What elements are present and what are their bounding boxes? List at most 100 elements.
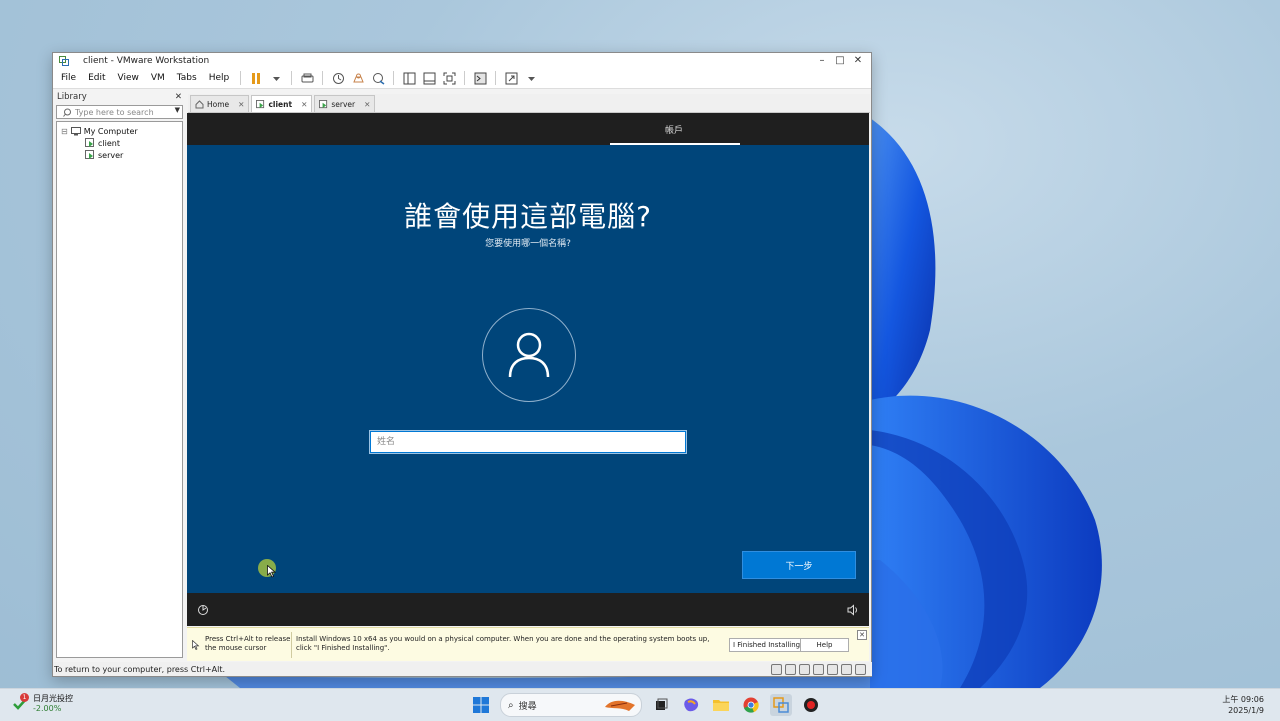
tab-label: client [268,99,293,109]
stock-widget[interactable]: 1 日月光投控 -2.00% [12,693,73,714]
console-view-icon[interactable] [472,70,488,86]
display-icon[interactable] [841,664,852,675]
usb-device-icon[interactable] [813,664,824,675]
menu-tabs[interactable]: Tabs [171,73,203,83]
collapse-icon[interactable]: ⊟ [61,127,68,136]
menu-help[interactable]: Help [203,73,236,83]
finished-installing-button[interactable]: I Finished Installing [729,638,805,652]
tree-label-server: server [98,150,124,160]
send-ctrl-alt-del-icon[interactable] [299,70,315,86]
thumbnail-bar-icon[interactable] [421,70,437,86]
snapshot-icon[interactable] [330,70,346,86]
chrome-button[interactable] [740,694,762,716]
tab-label: Home [207,99,230,109]
vm-running-icon [256,99,265,108]
library-title: Library [57,92,87,102]
revert-snapshot-icon[interactable] [350,70,366,86]
vm-console[interactable]: 帳戶 誰會使用這部電腦? 您要使用哪一個名稱? 下一步 [187,113,869,626]
tab-server[interactable]: server ✕ [314,95,376,112]
toolbar-separator [322,71,324,85]
message-log-icon[interactable] [855,664,866,675]
tab-close-icon[interactable]: ✕ [301,100,307,109]
show-library-icon[interactable] [401,70,417,86]
tree-label-client: client [98,138,120,148]
tree-item-client[interactable]: client [57,137,182,149]
maximize-button[interactable]: □ [831,53,849,68]
pause-icon[interactable] [248,70,264,86]
user-icon [508,332,550,378]
search-highlight-icon [605,700,635,711]
menu-vm[interactable]: VM [145,73,171,83]
sound-card-icon[interactable] [827,664,838,675]
task-view-icon [656,698,668,710]
minimize-button[interactable]: – [813,53,831,68]
volume-icon[interactable] [847,604,859,616]
windows-logo-icon [473,697,489,713]
task-view-button[interactable] [650,694,672,716]
user-name-input[interactable] [369,430,687,454]
stock-widget-icon: 1 [12,693,30,712]
stock-change: -2.00% [33,704,62,713]
library-panel: Library ✕ Type here to search ▼ ⊟ My Com… [54,90,185,662]
menu-file[interactable]: File [55,73,82,83]
home-icon [195,99,204,108]
taskbar-search[interactable]: ⌕ 搜尋 [500,693,642,717]
vm-running-icon [85,138,94,147]
vmware-icon [773,697,789,713]
full-screen-icon[interactable] [441,70,457,86]
next-button[interactable]: 下一步 [742,551,856,579]
tab-close-icon[interactable]: ✕ [364,100,370,109]
tab-client[interactable]: client ✕ [251,95,313,112]
library-close-button[interactable]: ✕ [175,92,182,102]
stretch-dropdown-icon[interactable] [523,70,539,86]
library-search[interactable]: Type here to search ▼ [56,105,183,119]
toolbar-separator [240,71,242,85]
toolbar-separator [291,71,293,85]
search-icon [63,108,71,117]
oobe-step-label: 帳戶 [665,126,684,136]
library-search-input[interactable]: Type here to search [75,108,154,117]
notification-badge: 1 [20,693,29,702]
network-adapter-icon[interactable] [799,664,810,675]
status-text: To return to your computer, press Ctrl+A… [54,664,226,674]
hint-close-button[interactable]: ✕ [857,630,867,640]
menu-edit[interactable]: Edit [82,73,111,83]
tree-item-my-computer[interactable]: ⊟ My Computer [57,125,182,137]
library-tree: ⊟ My Computer client server [56,121,183,658]
toolbar-separator [495,71,497,85]
toolbar-separator [393,71,395,85]
computer-icon [70,126,81,135]
menu-bar: File Edit View VM Tabs Help [53,68,871,89]
vm-running-icon [85,150,94,159]
recorder-button[interactable] [800,694,822,716]
system-clock[interactable]: 上午 09:06 2025/1/9 [1222,694,1264,716]
search-icon: ⌕ [508,699,514,711]
search-dropdown-icon[interactable]: ▼ [175,106,180,114]
close-button[interactable]: ✕ [849,53,867,68]
hard-disk-icon[interactable] [771,664,782,675]
vmware-taskbar-button[interactable] [770,694,792,716]
mouse-cursor-icon [267,565,276,578]
release-cursor-text: Press Ctrl+Alt to release the mouse curs… [205,635,291,652]
tab-close-icon[interactable]: ✕ [238,100,244,109]
clock-time: 上午 09:06 [1222,695,1264,704]
oobe-bottom-bar [187,593,869,626]
vmware-logo-icon [59,55,69,66]
tree-item-server[interactable]: server [57,149,182,161]
copilot-button[interactable] [680,694,702,716]
menu-view[interactable]: View [112,73,145,83]
tab-home[interactable]: Home ✕ [190,95,250,112]
start-button[interactable] [470,694,492,716]
help-button[interactable]: Help [800,638,849,652]
oobe-top-bar: 帳戶 [187,113,869,145]
snapshot-manager-icon[interactable] [370,70,386,86]
copilot-icon [684,698,699,712]
oobe-subheading: 您要使用哪一個名稱? [485,239,571,249]
cd-rom-icon[interactable] [785,664,796,675]
file-explorer-button[interactable] [710,694,732,716]
dropdown-icon[interactable] [268,70,284,86]
status-bar: To return to your computer, press Ctrl+A… [53,662,872,676]
tab-bar: Home ✕ client ✕ server ✕ [188,94,870,113]
accessibility-icon[interactable] [197,604,209,616]
stretch-icon[interactable] [503,70,519,86]
